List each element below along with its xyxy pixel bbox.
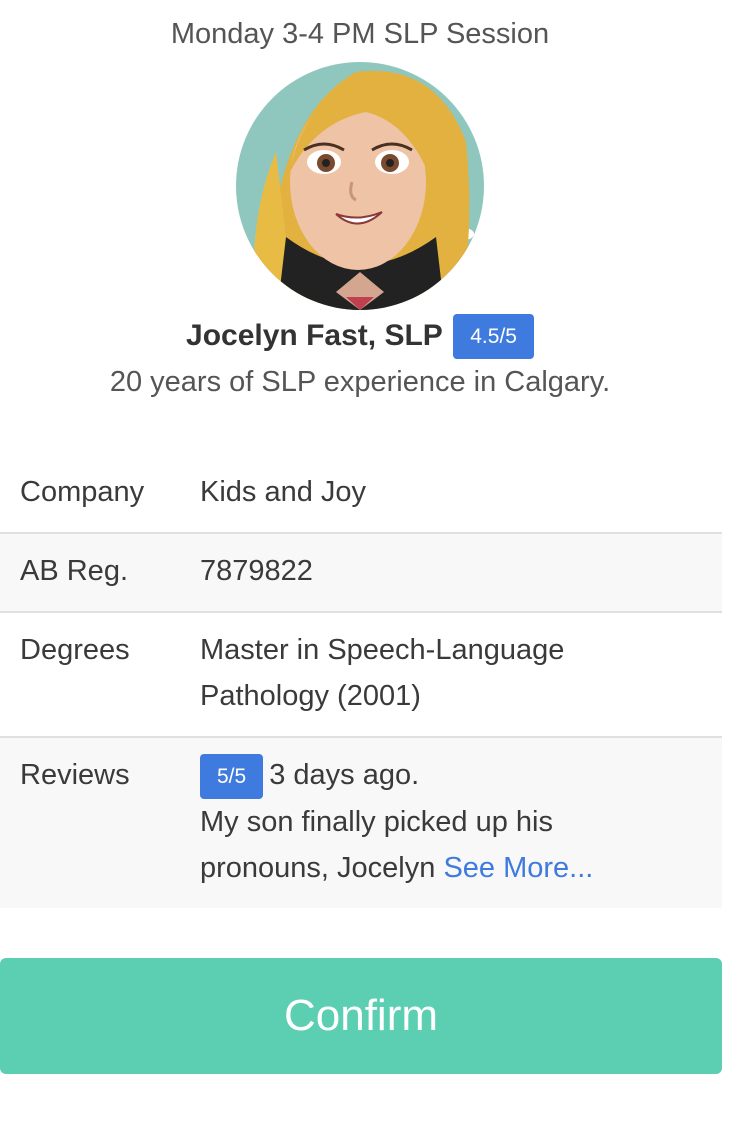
table-row: AB Reg. 7879822 [0,533,722,612]
provider-header: Jocelyn Fast, SLP 4.5/5 [0,312,720,360]
cartoon-avatar-icon [236,62,484,310]
rating-badge: 4.5/5 [453,313,534,359]
review-rating-badge: 5/5 [200,753,264,799]
degrees-label: Degrees [20,634,130,666]
degrees-value: Master in Speech-Language Pathology (200… [200,634,565,712]
table-row: Company Kids and Joy [0,455,722,533]
review-age: 3 days ago. [269,759,420,791]
company-value: Kids and Joy [200,476,367,508]
reviews-label: Reviews [20,759,130,791]
confirm-button[interactable]: Confirm [0,958,722,1074]
registration-label: AB Reg. [20,555,128,587]
session-title: Monday 3-4 PM SLP Session [170,18,550,50]
provider-name: Jocelyn Fast, SLP [186,319,443,352]
table-row: Degrees Master in Speech-Language Pathol… [0,612,722,737]
see-more-link[interactable]: See More... [443,852,593,884]
review-content: 5/5 3 days ago. My son finally picked up … [200,737,722,908]
table-row: Reviews 5/5 3 days ago. My son finally pi… [0,737,722,908]
registration-value: 7879822 [200,555,313,587]
company-label: Company [20,476,145,508]
provider-avatar [236,62,484,310]
provider-details-table: Company Kids and Joy AB Reg. 7879822 Deg… [0,455,722,908]
provider-experience: 20 years of SLP experience in Calgary. [109,366,611,398]
